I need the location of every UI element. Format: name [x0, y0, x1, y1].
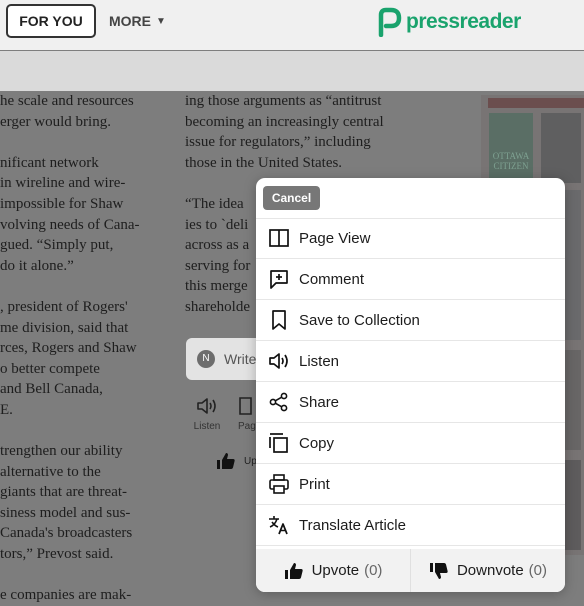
article-text-line: erger would bring.	[0, 113, 111, 130]
article-text-line: gued. “Simply put,	[0, 237, 114, 254]
menu-item-print[interactable]: Print	[256, 464, 565, 505]
menu-item-label: Page View	[299, 229, 371, 247]
article-text-line: , president of Rogers'	[0, 298, 128, 315]
more-menu[interactable]: MORE ▼	[109, 13, 166, 29]
listen-label: Listen	[193, 421, 221, 432]
sub-toolbar	[0, 51, 584, 91]
for-you-tab[interactable]: FOR YOU	[6, 4, 96, 38]
article-text-line	[0, 565, 160, 586]
paper-header-strip	[488, 98, 584, 108]
article-text-line: ing those arguments as “antitrust	[185, 93, 382, 109]
menu-item-save-to-collection[interactable]: Save to Collection	[256, 300, 565, 341]
downvote-button[interactable]: Downvote (0)	[410, 549, 565, 592]
menu-item-translate-article[interactable]: Translate Article	[256, 505, 565, 546]
paper-masthead: OTTAWA CITIZEN	[489, 113, 533, 181]
listen-button[interactable]: Listen	[192, 397, 222, 432]
chevron-down-icon: ▼	[156, 15, 166, 27]
avatar: N	[197, 350, 215, 368]
article-text-line: giants that are threat-	[0, 484, 128, 501]
article-text-line: Canada's broadcasters	[0, 525, 133, 542]
article-text-line: those in the United States.	[185, 154, 343, 171]
logo-wordmark: pressreader	[406, 10, 521, 33]
article-text-line: volving needs of Cana-	[0, 216, 140, 233]
printer-icon	[268, 473, 290, 495]
article-text-line	[0, 276, 160, 297]
menu-item-label: Translate Article	[299, 516, 406, 534]
comment-placeholder: Write	[224, 351, 257, 367]
more-menu-label: MORE	[109, 13, 151, 29]
translate-icon	[268, 514, 290, 536]
menu-item-listen[interactable]: Listen	[256, 341, 565, 382]
upvote-partial-label: Up	[244, 455, 257, 467]
vote-bar: Upvote (0) Downvote (0)	[256, 549, 565, 592]
bookmark-icon	[268, 309, 290, 331]
article-text-line: he scale and resources	[0, 93, 134, 109]
share-icon	[268, 391, 290, 413]
page-view-icon	[268, 227, 290, 249]
menu-item-page-view[interactable]: Page View	[256, 218, 565, 259]
article-text-line: in wireline and wire-	[0, 175, 126, 192]
copy-icon	[268, 432, 290, 454]
upvote-button-background[interactable]: Up	[216, 452, 257, 470]
menu-item-label: Comment	[299, 270, 365, 288]
page-label: Pag	[238, 421, 256, 432]
menu-item-share[interactable]: Share	[256, 382, 565, 423]
upvote-count: (0)	[364, 562, 383, 579]
top-navigation-bar: FOR YOU MORE ▼ pressreader	[0, 0, 584, 50]
upvote-button[interactable]: Upvote (0)	[256, 549, 410, 592]
menu-item-label: Listen	[299, 352, 340, 370]
article-column-left: he scale and resources erger would bring.…	[0, 91, 160, 606]
article-text-line: trengthen our ability	[0, 443, 123, 460]
upvote-label: Upvote	[311, 562, 360, 579]
downvote-label: Downvote	[456, 562, 524, 579]
paper-photo	[541, 113, 581, 183]
article-text-line: tors,” Prevost said.	[0, 546, 114, 563]
article-actions-menu: Cancel Page View Comment Save to Collect…	[256, 178, 565, 592]
speaker-icon	[197, 398, 216, 414]
thumbs-down-icon	[429, 562, 448, 579]
thumbs-up-icon	[284, 562, 303, 579]
menu-header: Cancel	[256, 178, 565, 219]
menu-item-copy[interactable]: Copy	[256, 423, 565, 464]
article-text-line: e companies are mak-	[0, 587, 132, 604]
article-text-line: and Bell Canada,	[0, 381, 103, 398]
article-text-line: alternative to the	[0, 463, 101, 480]
article-text-line: becoming an increasingly central	[185, 113, 384, 130]
article-text-line: o better compete	[0, 360, 100, 377]
page-view-button[interactable]: Pag	[238, 397, 256, 432]
article-text-line: E.	[0, 401, 13, 418]
write-comment-input[interactable]: N Write	[186, 338, 266, 380]
article-text-line: nificant network	[0, 154, 99, 171]
article-text-line: issue for regulators,” including	[185, 134, 371, 151]
comment-icon	[268, 268, 290, 290]
article-text-line	[0, 421, 160, 442]
article-text-line: do it alone.”	[0, 257, 74, 274]
article-text-line: rces, Rogers and Shaw	[0, 340, 137, 357]
menu-item-label: Share	[299, 393, 340, 411]
pressreader-p-icon	[378, 7, 402, 37]
thumbs-up-icon	[217, 453, 235, 469]
article-text-line: me division, said that	[0, 319, 129, 336]
page-view-icon	[239, 397, 252, 415]
speaker-icon	[268, 350, 290, 372]
menu-item-label: Print	[299, 475, 330, 493]
cancel-button[interactable]: Cancel	[263, 186, 320, 210]
article-text-line: impossible for Shaw	[0, 195, 124, 212]
pressreader-logo[interactable]: pressreader	[376, 6, 521, 38]
downvote-count: (0)	[528, 562, 548, 579]
menu-item-comment[interactable]: Comment	[256, 259, 565, 300]
menu-item-label: Copy	[299, 434, 335, 452]
menu-item-label: Save to Collection	[299, 311, 420, 329]
article-text-line: siness model and sus-	[0, 504, 131, 521]
article-text-line	[0, 132, 160, 153]
